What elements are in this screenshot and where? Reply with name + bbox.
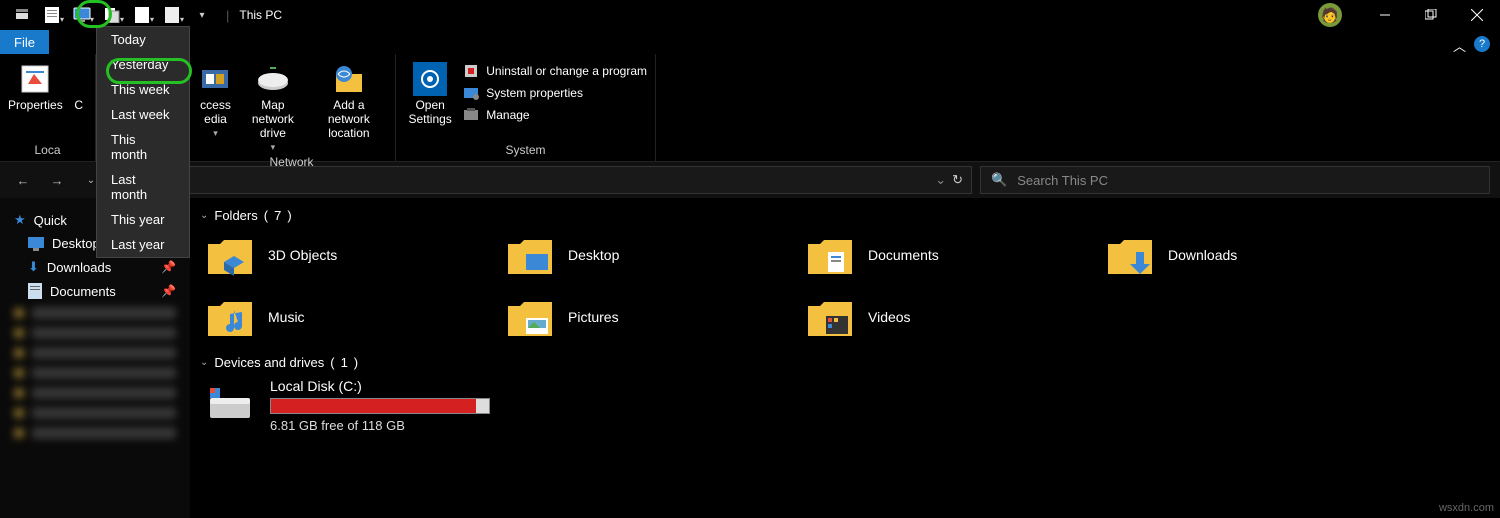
search-box[interactable]: 🔍 Search This PC [980, 166, 1490, 194]
properties-label: Properties [8, 98, 63, 112]
folder-icon [206, 293, 254, 341]
download-icon: ⬇ [28, 259, 39, 275]
folder-downloads[interactable]: Downloads [1106, 231, 1406, 279]
dropdown-item-this-year[interactable]: This year [97, 207, 189, 232]
dropdown-item-last-year[interactable]: Last year [97, 232, 189, 257]
watermark: wsxdn.com [1439, 502, 1494, 514]
open-icon [62, 62, 96, 96]
desktop-icon [28, 237, 44, 251]
folder-3d-objects[interactable]: 3D Objects [206, 231, 506, 279]
sidebar-item-redacted [0, 403, 190, 423]
uninstall-icon [462, 62, 480, 80]
qat-blank-icon[interactable]: ▾ [158, 4, 186, 26]
drive-icon [256, 62, 290, 96]
back-button[interactable]: ← [10, 167, 36, 193]
close-button[interactable] [1454, 0, 1500, 30]
uninstall-program-button[interactable]: Uninstall or change a program [462, 62, 647, 80]
settings-gear-icon [413, 62, 447, 96]
folder-music[interactable]: Music [206, 293, 506, 341]
pin-icon: 📌 [161, 260, 176, 274]
drive-label: Local Disk (C:) [270, 378, 490, 394]
document-icon [28, 283, 42, 299]
ribbon-collapse-icon[interactable]: ︿ [1453, 36, 1466, 55]
location-group-label: Loca [8, 141, 87, 159]
pin-icon: 📌 [161, 284, 176, 298]
qat-customize-icon[interactable]: ▾ [188, 4, 216, 26]
system-group-label: System [404, 141, 647, 159]
folder-icon [806, 231, 854, 279]
properties-icon [18, 62, 52, 96]
qat-tool-icon[interactable] [8, 4, 36, 26]
drives-section-header[interactable]: ⌄ Devices and drives (1) [200, 355, 1490, 370]
drive-local-disk-c[interactable]: Local Disk (C:) 6.81 GB free of 118 GB [206, 378, 1490, 433]
folder-pictures[interactable]: Pictures [506, 293, 806, 341]
ribbon-tabs: File [0, 30, 1500, 54]
refresh-button[interactable]: ↻ [952, 172, 963, 188]
highlight-circle-yesterday [106, 58, 192, 84]
drive-free-text: 6.81 GB free of 118 GB [270, 418, 490, 433]
open-settings-button[interactable]: Open Settings [404, 58, 456, 126]
folder-desktop[interactable]: Desktop [506, 231, 806, 279]
properties-button[interactable]: Properties [8, 58, 63, 112]
address-dropdown-icon[interactable]: ⌄ [935, 172, 946, 188]
folder-documents[interactable]: Documents [806, 231, 1106, 279]
dropdown-item-last-month[interactable]: Last month [97, 167, 189, 207]
sidebar-item-redacted [0, 303, 190, 323]
file-tab[interactable]: File [0, 30, 49, 54]
folder-videos[interactable]: Videos [806, 293, 1106, 341]
address-bar[interactable]: 🖥 › PC › ⌄ ↻ [112, 166, 972, 194]
help-icon[interactable]: ? [1474, 36, 1490, 52]
open-button-truncated[interactable]: C [69, 58, 89, 112]
folder-icon [506, 231, 554, 279]
content-pane: ⌄ Folders (7) 3D Objects Desktop Documen… [190, 198, 1500, 518]
manage-icon [462, 106, 480, 124]
minimize-button[interactable] [1362, 0, 1408, 30]
ribbon: Properties C Loca ccess edia ▾ Map netwo… [0, 54, 1500, 162]
chevron-down-icon: ⌄ [200, 210, 208, 221]
sidebar-item-redacted [0, 343, 190, 363]
system-properties-button[interactable]: System properties [462, 84, 647, 102]
drive-icon [206, 378, 254, 426]
system-properties-icon [462, 84, 480, 102]
title-bar: ▾ ▾ ▾ ▾ ▾ ▾ | This PC 🧑 [0, 0, 1500, 30]
title-divider: | [226, 8, 229, 23]
qat-paste-icon[interactable]: ▾ [128, 4, 156, 26]
add-network-location-button[interactable]: Add a network location [311, 58, 387, 140]
star-icon: ★ [14, 212, 26, 228]
folder-icon [1106, 231, 1154, 279]
sidebar-item-documents[interactable]: Documents 📌 [0, 279, 190, 303]
chevron-down-icon: ⌄ [200, 357, 208, 368]
manage-button[interactable]: Manage [462, 106, 647, 124]
sidebar-item-redacted [0, 383, 190, 403]
drive-capacity-bar [270, 398, 490, 414]
maximize-button[interactable] [1408, 0, 1454, 30]
map-network-drive-button[interactable]: Map network drive ▾ [241, 58, 305, 153]
folders-section-header[interactable]: ⌄ Folders (7) [200, 208, 1490, 223]
folder-icon [806, 293, 854, 341]
folder-icon [206, 231, 254, 279]
dropdown-item-this-month[interactable]: This month [97, 127, 189, 167]
access-media-button[interactable]: ccess edia ▾ [196, 58, 235, 139]
forward-button[interactable]: → [44, 167, 70, 193]
globe-folder-icon [332, 62, 366, 96]
folder-icon [506, 293, 554, 341]
user-avatar-icon[interactable]: 🧑 [1318, 3, 1342, 27]
qat-file-icon[interactable]: ▾ [38, 4, 66, 26]
dropdown-item-today[interactable]: Today [97, 27, 189, 52]
dropdown-item-last-week[interactable]: Last week [97, 102, 189, 127]
navigation-bar: ← → ⌄ 🖥 › PC › ⌄ ↻ 🔍 Search This PC [0, 162, 1500, 198]
window-title: This PC [239, 8, 282, 22]
sidebar-item-redacted [0, 423, 190, 443]
sidebar-item-redacted [0, 323, 190, 343]
highlight-circle-qat [76, 0, 112, 28]
sidebar-item-redacted [0, 363, 190, 383]
search-icon: 🔍 [991, 172, 1007, 188]
search-placeholder: Search This PC [1017, 173, 1108, 188]
media-icon [198, 62, 232, 96]
sidebar-item-downloads[interactable]: ⬇ Downloads 📌 [0, 255, 190, 279]
